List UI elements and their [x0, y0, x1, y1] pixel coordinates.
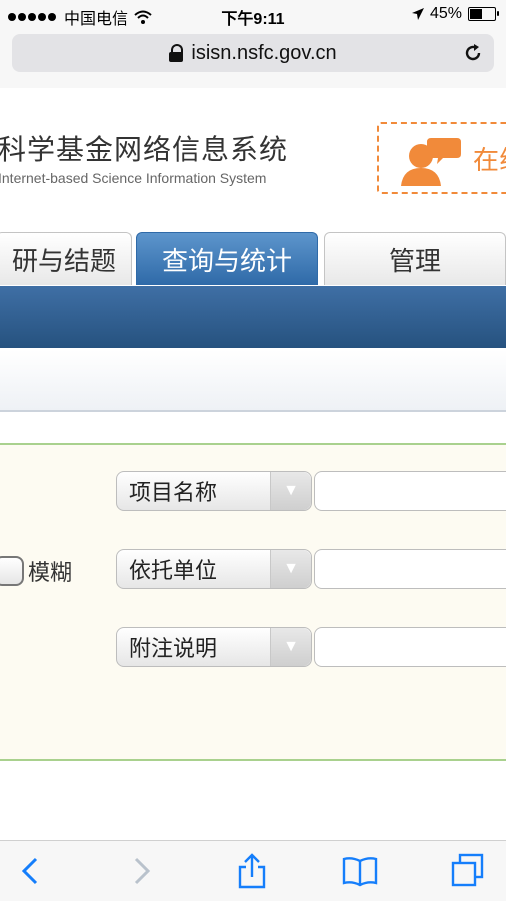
battery-percent: 45% — [429, 5, 462, 22]
fuzzy-option[interactable]: 模糊 — [0, 555, 72, 587]
chevron-down-icon: ▼ — [270, 628, 311, 666]
battery-icon — [468, 7, 499, 21]
back-icon[interactable] — [12, 853, 48, 889]
nav-bar — [0, 286, 506, 348]
field-select-1[interactable]: 项目名称 ▼ — [116, 471, 312, 511]
forward-icon[interactable] — [124, 853, 160, 889]
url-field[interactable]: isisn.nsfc.gov.cn — [12, 34, 494, 72]
field-input-2[interactable] — [314, 549, 506, 589]
reload-icon[interactable] — [462, 42, 484, 64]
lock-icon — [169, 44, 184, 62]
site-title-en: Internet-based Science Information Syste… — [0, 170, 267, 186]
status-bar: 中国电信 下午9:11 45% — [0, 0, 506, 28]
online-service-button[interactable]: 在线 — [377, 122, 506, 194]
url-text: isisn.nsfc.gov.cn — [191, 41, 337, 64]
chevron-down-icon: ▼ — [270, 472, 311, 510]
tab-management[interactable]: 管理 — [324, 232, 506, 285]
share-icon[interactable] — [234, 853, 270, 889]
site-header: 科学基金网络信息系统 Internet-based Science Inform… — [0, 88, 506, 218]
tabs-icon[interactable] — [450, 853, 486, 889]
tab-query-statistics[interactable]: 查询与统计 — [136, 232, 318, 285]
address-bar: isisn.nsfc.gov.cn — [0, 28, 506, 89]
field-select-3-label: 附注说明 — [129, 636, 218, 661]
site-title-cn: 科学基金网络信息系统 — [0, 134, 289, 165]
main-tabs: 研与结题 查询与统计 管理 — [0, 232, 506, 288]
browser-toolbar — [0, 840, 506, 901]
sub-nav-bar — [0, 350, 506, 412]
field-input-3[interactable] — [314, 627, 506, 667]
field-input-1[interactable] — [314, 471, 506, 511]
field-select-2[interactable]: 依托单位 ▼ — [116, 549, 312, 589]
search-panel: 模糊 项目名称 ▼ 依托单位 ▼ 附注说明 ▼ — [0, 443, 506, 761]
fuzzy-label: 模糊 — [28, 560, 73, 585]
tab-research-completion[interactable]: 研与结题 — [0, 232, 132, 285]
location-icon — [411, 8, 424, 20]
chevron-down-icon: ▼ — [270, 550, 311, 588]
bookmarks-icon[interactable] — [342, 853, 378, 889]
online-label: 在线 — [473, 145, 506, 175]
chat-icon — [401, 138, 461, 186]
field-select-1-label: 项目名称 — [129, 480, 218, 505]
field-select-2-label: 依托单位 — [129, 558, 218, 583]
fuzzy-checkbox[interactable] — [0, 556, 24, 586]
field-select-3[interactable]: 附注说明 ▼ — [116, 627, 312, 667]
